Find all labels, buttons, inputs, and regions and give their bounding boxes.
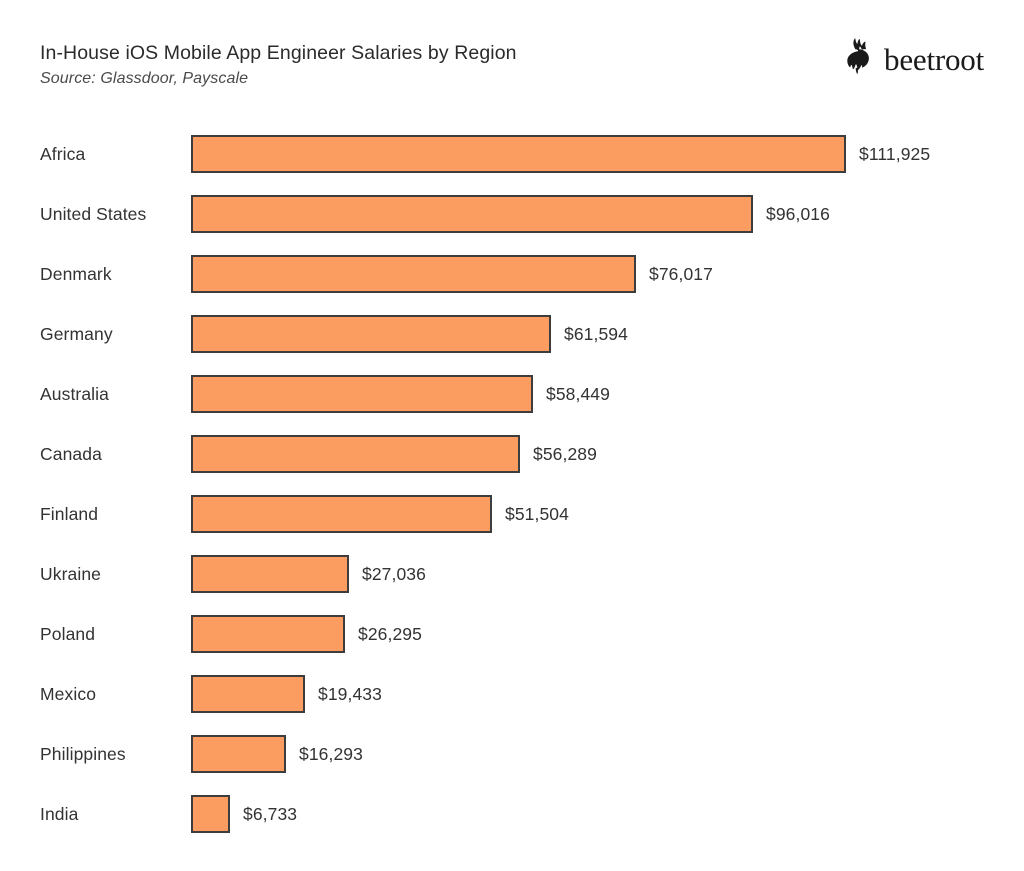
- bar-category-label: Philippines: [40, 744, 126, 764]
- bar: [191, 675, 305, 713]
- bar-category-label: Denmark: [40, 264, 112, 284]
- bar-category-label: Australia: [40, 384, 109, 404]
- bar: [191, 135, 846, 173]
- bar-value-label: $27,036: [362, 564, 426, 584]
- bar-value-label: $111,925: [859, 144, 931, 164]
- bar-category-label: Germany: [40, 324, 113, 344]
- bar: [191, 555, 349, 593]
- bar-row: Ukraine $27,036: [0, 555, 1024, 593]
- bar-row: India $6,733: [0, 795, 1024, 833]
- bar-row: Denmark $76,017: [0, 255, 1024, 293]
- bar: [191, 255, 636, 293]
- bar-category-label: Ukraine: [40, 564, 102, 584]
- bar-value-label: $56,289: [533, 444, 597, 464]
- bar-row: Australia $58,449: [0, 375, 1024, 413]
- bar-value-label: $19,433: [318, 684, 382, 704]
- bar-row: Africa $111,925: [0, 135, 1024, 173]
- bar: [191, 795, 230, 833]
- bar-row: Poland $26,295: [0, 615, 1024, 653]
- bar-category-label: Canada: [40, 444, 102, 464]
- bar-value-label: $51,504: [505, 504, 569, 524]
- bar-category-label: Poland: [40, 624, 96, 644]
- bar-value-label: $61,594: [564, 324, 628, 344]
- bar-value-label: $96,016: [766, 204, 830, 224]
- bar-value-label: $16,293: [299, 744, 363, 764]
- bar-category-label: Mexico: [40, 684, 97, 704]
- bar-value-label: $26,295: [358, 624, 422, 644]
- bar-row: Finland $51,504: [0, 495, 1024, 533]
- bar: [191, 195, 753, 233]
- bar-category-label: Africa: [40, 144, 86, 164]
- bar-value-label: $58,449: [546, 384, 610, 404]
- bar: [191, 375, 533, 413]
- bar-row: Canada $56,289: [0, 435, 1024, 473]
- bar-row: United States $96,016: [0, 195, 1024, 233]
- bar: [191, 615, 345, 653]
- bar-category-label: India: [40, 804, 79, 824]
- bar-value-label: $6,733: [243, 804, 298, 824]
- chart-page: In-House iOS Mobile App Engineer Salarie…: [0, 0, 1024, 871]
- bar-row: Philippines $16,293: [0, 735, 1024, 773]
- bar: [191, 735, 286, 773]
- bar-row: Mexico $19,433: [0, 675, 1024, 713]
- bar-row: Germany $61,594: [0, 315, 1024, 353]
- bar: [191, 435, 520, 473]
- bar-category-label: Finland: [40, 504, 99, 524]
- bar: [191, 495, 492, 533]
- bar-value-label: $76,017: [649, 264, 713, 284]
- bar-category-label: United States: [40, 204, 147, 224]
- bar-chart-plot: Africa $111,925 United States $96,016 Denmar…: [0, 0, 1024, 871]
- bar: [191, 315, 551, 353]
